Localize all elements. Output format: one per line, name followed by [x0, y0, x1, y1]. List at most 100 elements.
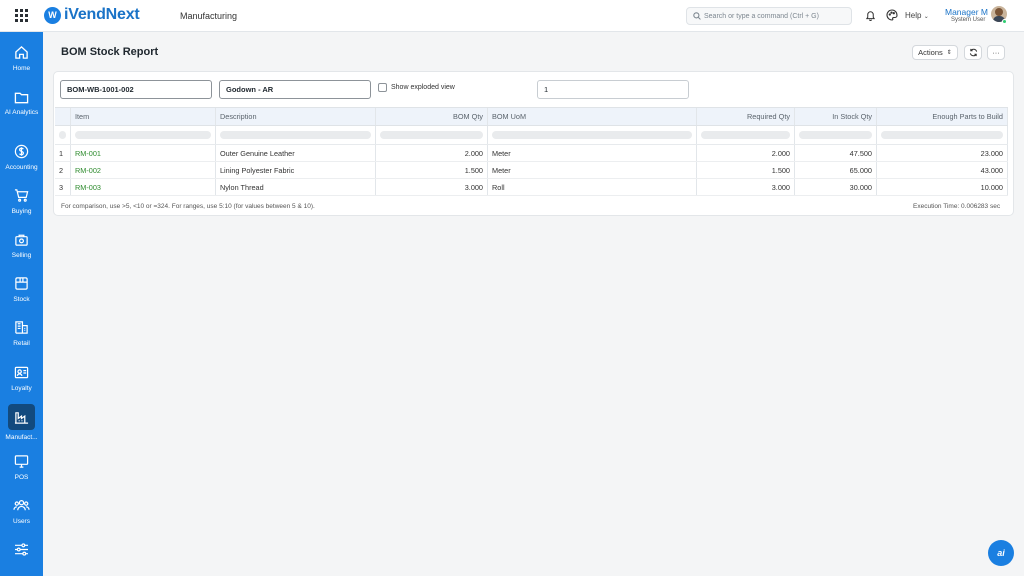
- sidebar-item-retail[interactable]: Retail: [0, 320, 43, 348]
- bom-field-value: BOM-WB-1001-002: [67, 85, 134, 94]
- qty-field[interactable]: 1: [537, 80, 689, 99]
- app-grid-icon[interactable]: [15, 9, 28, 22]
- table-row[interactable]: 1 RM-001 Outer Genuine Leather 2.000 Met…: [55, 145, 1008, 162]
- header-item[interactable]: Item: [71, 108, 216, 125]
- description-cell: Lining Polyester Fabric: [216, 162, 376, 178]
- header-enough-parts[interactable]: Enough Parts to Build: [877, 108, 1008, 125]
- bag-icon: [15, 234, 28, 246]
- bell-icon[interactable]: [865, 9, 876, 21]
- sidebar-item-label: Buying: [11, 208, 32, 215]
- filter-bom-qty[interactable]: [376, 126, 488, 144]
- monitor-icon: [14, 455, 29, 468]
- dollar-icon: [14, 144, 29, 159]
- header-required-qty[interactable]: Required Qty: [697, 108, 795, 125]
- sidebar-item-loyalty[interactable]: Loyalty: [0, 365, 43, 393]
- actions-label: Actions: [918, 48, 943, 57]
- sidebar-item-manufacturing[interactable]: Manufact...: [0, 410, 43, 442]
- filter-in-stock-qty[interactable]: [795, 126, 877, 144]
- filter-enough-parts[interactable]: [877, 126, 1008, 144]
- in-stock-qty-cell: 47.500: [795, 145, 877, 161]
- module-title[interactable]: Manufacturing: [180, 11, 237, 21]
- home-icon: [15, 45, 28, 59]
- sidebar-item-ai-analytics[interactable]: AI Analytics: [0, 90, 43, 117]
- filter-in-stock-qty-input[interactable]: [799, 131, 872, 139]
- page-title: BOM Stock Report: [61, 46, 159, 58]
- required-qty-cell: 3.000: [697, 179, 795, 195]
- header-bom-qty[interactable]: BOM Qty: [376, 108, 488, 125]
- bom-uom-cell: Meter: [488, 145, 697, 161]
- brand[interactable]: W iVendNext: [44, 6, 140, 24]
- user-role: System User: [951, 17, 986, 23]
- warehouse-field-value: Godown - AR: [226, 85, 274, 94]
- sidebar-item-label: Retail: [13, 340, 30, 347]
- palette-icon[interactable]: [886, 9, 898, 21]
- warehouse-field[interactable]: Godown - AR: [219, 80, 371, 99]
- filter-description[interactable]: [216, 126, 376, 144]
- bom-qty-cell: 2.000: [376, 145, 488, 161]
- sidebar-item-home[interactable]: Home: [0, 45, 43, 73]
- sidebar-item-selling[interactable]: Selling: [0, 232, 43, 260]
- sidebar-item-users[interactable]: Users: [0, 498, 43, 526]
- bom-qty-cell: 3.000: [376, 179, 488, 195]
- help-menu[interactable]: Help ⌄: [905, 11, 929, 20]
- sidebar-item-accounting[interactable]: Accounting: [0, 144, 43, 172]
- table-row[interactable]: 2 RM-002 Lining Polyester Fabric 1.500 M…: [55, 162, 1008, 179]
- bom-uom-cell: Meter: [488, 162, 697, 178]
- chevron-updown-icon: ⇕: [946, 50, 952, 56]
- sidebar-item-pos[interactable]: POS: [0, 454, 43, 482]
- header-description[interactable]: Description: [216, 108, 376, 125]
- sidebar-item-label: AI Analytics: [4, 109, 39, 116]
- row-index: 3: [55, 179, 71, 195]
- chevron-down-icon: ⌄: [923, 14, 929, 20]
- filter-required-qty[interactable]: [697, 126, 795, 144]
- filter-bom-uom-input[interactable]: [492, 131, 692, 139]
- topbar: W iVendNext Manufacturing Search or type…: [0, 0, 1024, 32]
- filter-description-input[interactable]: [220, 131, 371, 139]
- cart-icon: [14, 189, 29, 202]
- enough-parts-cell: 43.000: [877, 162, 1008, 178]
- factory-icon: [14, 412, 29, 424]
- search-placeholder: Search or type a command (Ctrl + G): [704, 12, 819, 20]
- filter-item-input[interactable]: [75, 131, 211, 139]
- more-options-button[interactable]: ···: [987, 45, 1005, 60]
- filter-required-qty-input[interactable]: [701, 131, 790, 139]
- actions-button[interactable]: Actions ⇕: [912, 45, 958, 60]
- item-link[interactable]: RM-003: [71, 179, 216, 195]
- show-exploded-label: Show exploded view: [391, 84, 455, 91]
- header-in-stock-qty[interactable]: In Stock Qty: [795, 108, 877, 125]
- enough-parts-cell: 10.000: [877, 179, 1008, 195]
- refresh-icon: [969, 48, 977, 57]
- sliders-icon: [15, 543, 28, 556]
- header-bom-uom[interactable]: BOM UoM: [488, 108, 697, 125]
- sidebar-item-buying[interactable]: Buying: [0, 188, 43, 216]
- required-qty-cell: 1.500: [697, 162, 795, 178]
- filter-enough-parts-input[interactable]: [881, 131, 1003, 139]
- filter-index: [55, 126, 71, 144]
- sidebar-item-stock[interactable]: Stock: [0, 276, 43, 304]
- user-name[interactable]: Manager M: [945, 7, 988, 17]
- online-status-dot: [1002, 19, 1007, 24]
- row-index: 1: [55, 145, 71, 161]
- sidebar-item-label: Selling: [11, 252, 32, 259]
- search-input[interactable]: Search or type a command (Ctrl + G): [686, 7, 852, 25]
- filter-item[interactable]: [71, 126, 216, 144]
- header-index: [55, 108, 71, 125]
- bom-uom-cell: Roll: [488, 179, 697, 195]
- item-link[interactable]: RM-002: [71, 162, 216, 178]
- item-link[interactable]: RM-001: [71, 145, 216, 161]
- refresh-button[interactable]: [964, 45, 982, 60]
- bom-field[interactable]: BOM-WB-1001-002: [60, 80, 212, 99]
- sidebar-item-settings[interactable]: [0, 543, 43, 556]
- ai-assistant-button[interactable]: ai: [988, 540, 1014, 566]
- table-filter-row: [55, 126, 1008, 145]
- filter-help-note: For comparison, use >5, <10 or =324. For…: [61, 203, 315, 210]
- filter-bom-qty-input[interactable]: [380, 131, 483, 139]
- help-label: Help: [905, 11, 922, 20]
- sidebar-item-label: Home: [12, 65, 31, 72]
- id-card-icon: [14, 366, 29, 379]
- filter-bom-uom[interactable]: [488, 126, 697, 144]
- show-exploded-checkbox[interactable]: [378, 83, 387, 92]
- required-qty-cell: 2.000: [697, 145, 795, 161]
- table-row[interactable]: 3 RM-003 Nylon Thread 3.000 Roll 3.000 3…: [55, 179, 1008, 196]
- bom-qty-cell: 1.500: [376, 162, 488, 178]
